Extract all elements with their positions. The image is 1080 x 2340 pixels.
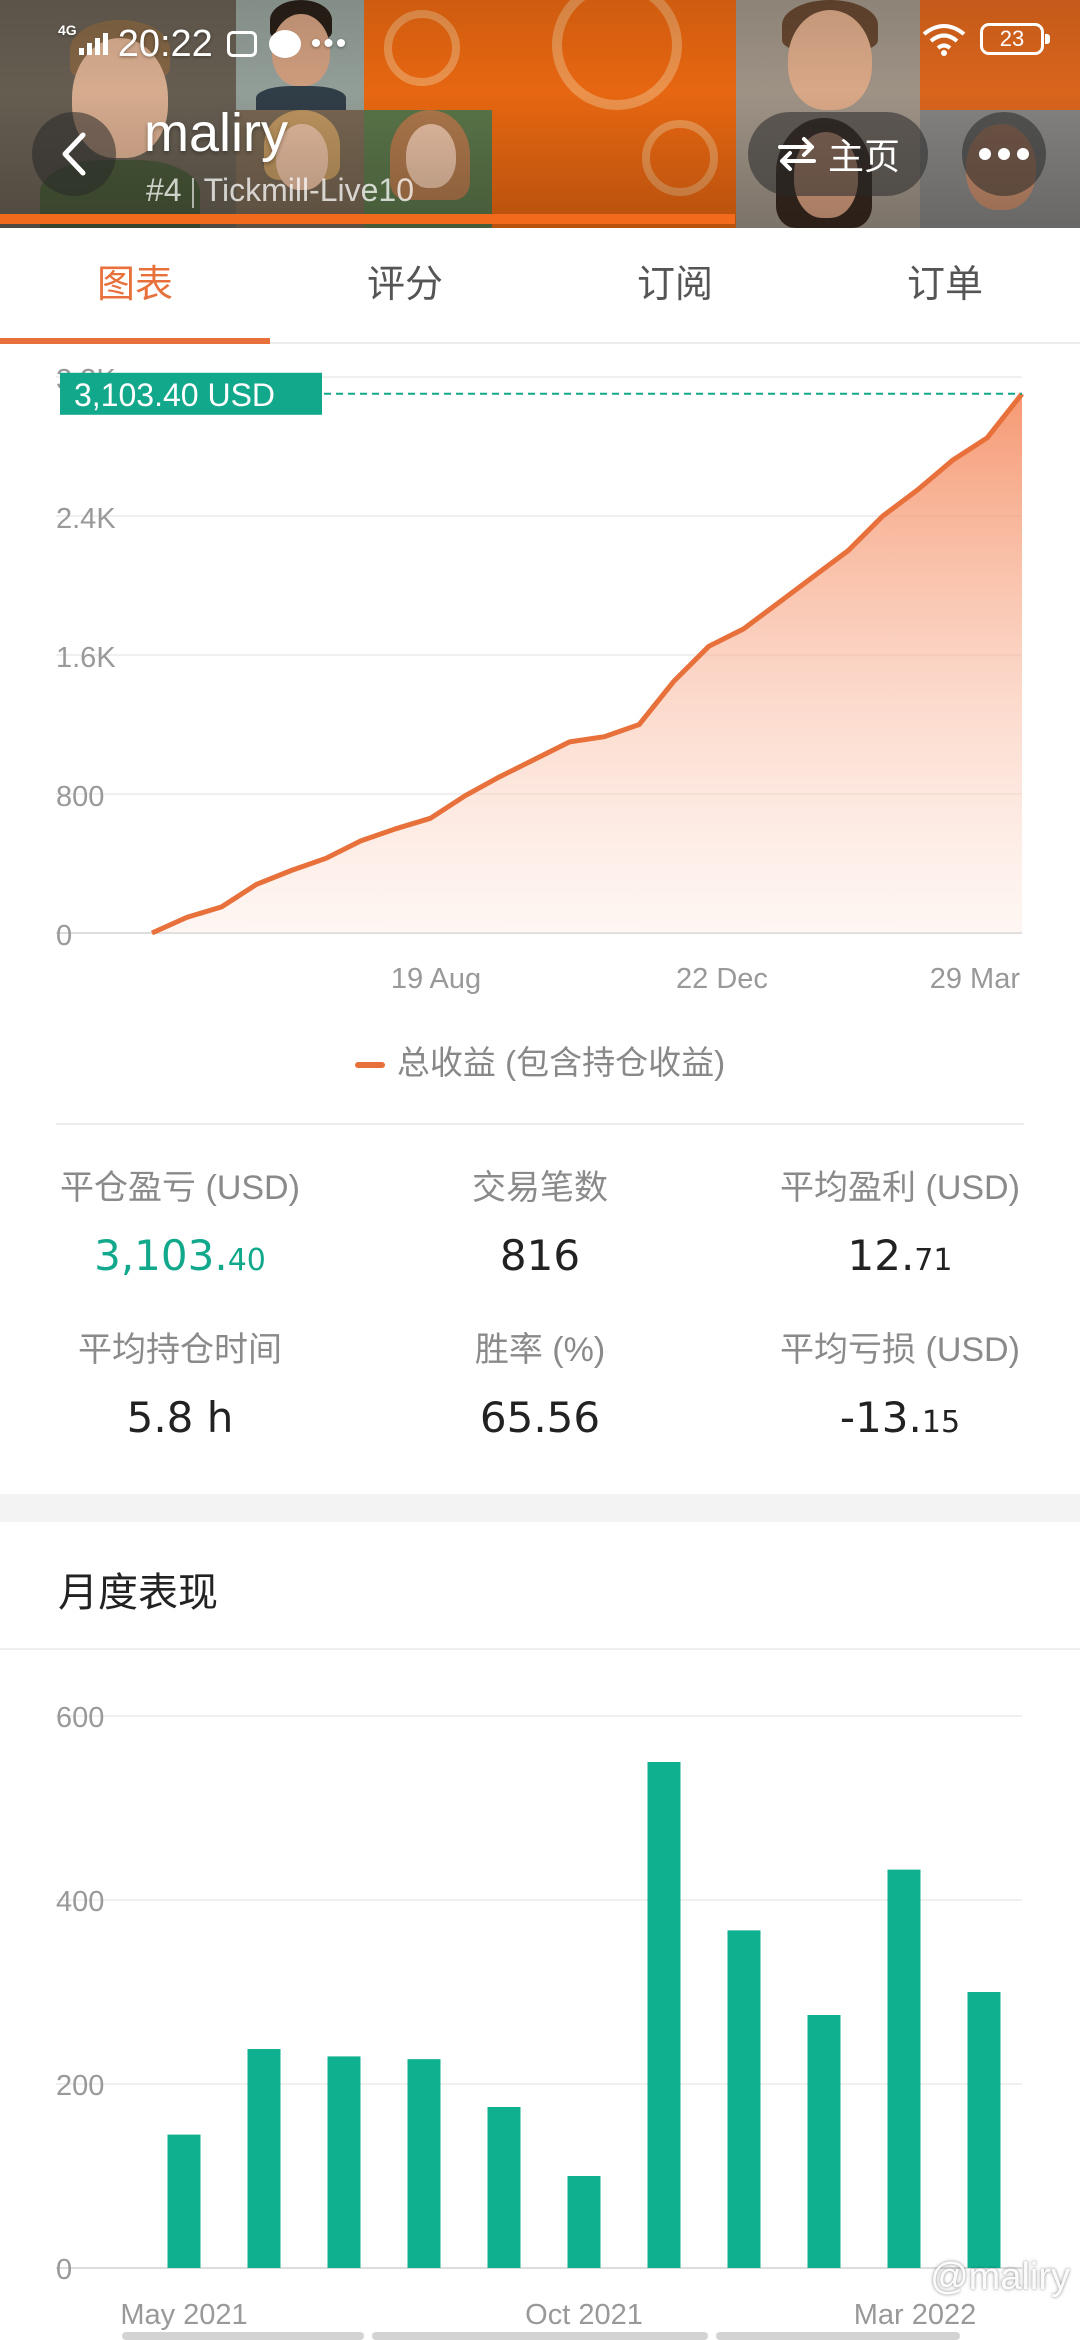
legend-swatch xyxy=(354,1062,385,1069)
y-tick-label: 0 xyxy=(56,2254,72,2286)
chart-scroll-segment[interactable] xyxy=(122,2332,364,2340)
stat-label: 平均持仓时间 xyxy=(78,1331,282,1369)
x-tick-label: Oct 2021 xyxy=(525,2299,643,2331)
divider xyxy=(56,1123,1024,1125)
x-tick-label: May 2021 xyxy=(120,2299,247,2331)
bar xyxy=(807,2015,841,2268)
x-tick-label: 29 Mar xyxy=(930,963,1021,995)
account-info: #4 Tickmill-Live10 xyxy=(146,172,414,209)
chat-bubble-icon xyxy=(268,30,301,58)
stat-item: 交易笔数 816 xyxy=(360,1160,720,1280)
y-tick-label: 0 xyxy=(56,920,72,952)
stat-value-main: 816 xyxy=(499,1231,581,1280)
divider xyxy=(191,177,194,208)
swap-icon xyxy=(777,137,816,171)
profile-banner: 4G 20:22 ••• 23 maliry #4 Tickmill-Live10 xyxy=(0,0,1080,228)
stat-value: 3,103.40 xyxy=(0,1231,360,1280)
tab-subscribe[interactable]: 订阅 xyxy=(540,228,810,342)
stat-value-decimals: 40 xyxy=(227,1243,266,1278)
bar xyxy=(647,1762,681,2268)
bar xyxy=(567,2176,601,2268)
home-label: 主页 xyxy=(827,136,900,177)
area-fill xyxy=(152,393,1022,933)
stat-label: 平均盈利 (USD) xyxy=(780,1169,1020,1207)
status-bar: 4G 20:22 ••• xyxy=(58,16,348,72)
home-button[interactable]: 主页 xyxy=(748,112,928,196)
rank-number: #4 xyxy=(146,172,182,208)
x-tick-label: Mar 2022 xyxy=(854,2299,977,2331)
more-dot-icon xyxy=(1017,148,1029,160)
tab-rating[interactable]: 评分 xyxy=(270,228,540,342)
y-tick-label: 200 xyxy=(56,2070,104,2102)
bar xyxy=(407,2059,441,2268)
stat-value-decimals: 71 xyxy=(914,1243,953,1278)
status-right: 23 xyxy=(922,22,1050,56)
watermark: @maliry xyxy=(930,2256,1070,2298)
stat-value-decimals: 15 xyxy=(921,1405,961,1440)
stat-value: 12.71 xyxy=(720,1231,1080,1280)
username: maliry xyxy=(144,103,288,163)
stat-label: 平均亏损 (USD) xyxy=(780,1331,1020,1369)
tab-bar: 图表 评分 订阅 订单 xyxy=(0,228,1080,344)
stat-value: -13.15 xyxy=(720,1393,1080,1442)
more-dot-icon xyxy=(979,148,991,160)
y-tick-label: 400 xyxy=(56,1886,104,1918)
more-dot-icon xyxy=(998,148,1010,160)
y-tick-label: 2.4K xyxy=(56,503,116,535)
tab-chart[interactable]: 图表 xyxy=(0,228,270,344)
tab-orders[interactable]: 订单 xyxy=(810,228,1080,342)
section-gap xyxy=(0,1494,1080,1522)
back-button[interactable] xyxy=(32,112,116,196)
bar xyxy=(487,2107,521,2268)
clock: 20:22 xyxy=(117,22,213,65)
bar xyxy=(327,2056,361,2268)
chart-scroll-segment[interactable] xyxy=(372,2332,708,2340)
stat-value-main: 12. xyxy=(847,1231,915,1280)
stat-item: 平均持仓时间 5.8 h xyxy=(0,1322,360,1442)
stat-item: 胜率 (%) 65.56 xyxy=(360,1322,720,1442)
stat-value-main: -13. xyxy=(839,1393,922,1442)
chart-scroll-segment[interactable] xyxy=(716,2332,960,2340)
legend-label: 总收益 (包含持仓收益) xyxy=(396,1044,726,1081)
stats-grid: 平仓盈亏 (USD) 3,103.40 交易笔数 816 平均盈利 (USD) 12.71… xyxy=(0,1160,1080,1490)
chart-legend: 总收益 (包含持仓收益) xyxy=(0,1036,1080,1084)
profit-area-chart: 08001.6K2.4K3.2K3,103.40 USD19 Aug22 Dec… xyxy=(56,364,1024,995)
chevron-left-icon xyxy=(62,132,86,176)
stat-value: 816 xyxy=(360,1231,720,1280)
notification-app-icon xyxy=(226,31,257,57)
stat-value: 65.56 xyxy=(360,1393,720,1442)
y-tick-label: 600 xyxy=(56,1702,104,1734)
current-value-label: 3,103.40 USD xyxy=(74,377,275,413)
bar xyxy=(967,1992,1001,2268)
more-notifications-icon: ••• xyxy=(310,27,349,60)
monthly-title: 月度表现 xyxy=(58,1571,218,1615)
x-tick-label: 19 Aug xyxy=(391,963,481,995)
stat-label: 胜率 (%) xyxy=(474,1331,606,1369)
network-type: 4G xyxy=(58,22,77,38)
stat-item: 平仓盈亏 (USD) 3,103.40 xyxy=(0,1160,360,1280)
battery-level: 23 xyxy=(999,26,1025,51)
stat-label: 交易笔数 xyxy=(472,1169,608,1207)
stat-value-main: 3,103. xyxy=(94,1231,228,1280)
bar xyxy=(167,2134,201,2268)
battery-icon: 23 xyxy=(980,23,1050,55)
bar xyxy=(247,2049,281,2268)
y-tick-label: 1.6K xyxy=(56,642,116,674)
banner-accent-strip xyxy=(0,214,735,224)
stat-item: 平均盈利 (USD) 12.71 xyxy=(720,1160,1080,1280)
stat-value-main: 65.56 xyxy=(479,1393,601,1442)
stat-value: 5.8 h xyxy=(0,1393,360,1442)
y-tick-label: 800 xyxy=(56,781,104,813)
monthly-bar-chart[interactable]: 0 200 400 600 May 2021 Oct 2021 Mar 2022 xyxy=(0,1650,1080,2340)
x-tick-label: 22 Dec xyxy=(676,963,768,995)
more-options-button[interactable] xyxy=(962,112,1046,196)
wifi-icon xyxy=(922,24,966,56)
stat-label: 平仓盈亏 (USD) xyxy=(60,1169,300,1207)
bar xyxy=(887,1869,921,2268)
bar xyxy=(727,1930,761,2268)
signal-icon xyxy=(78,33,108,55)
account-name: Tickmill-Live10 xyxy=(203,172,414,208)
stat-value-main: 5.8 h xyxy=(126,1393,234,1442)
stat-item: 平均亏损 (USD) -13.15 xyxy=(720,1322,1080,1442)
